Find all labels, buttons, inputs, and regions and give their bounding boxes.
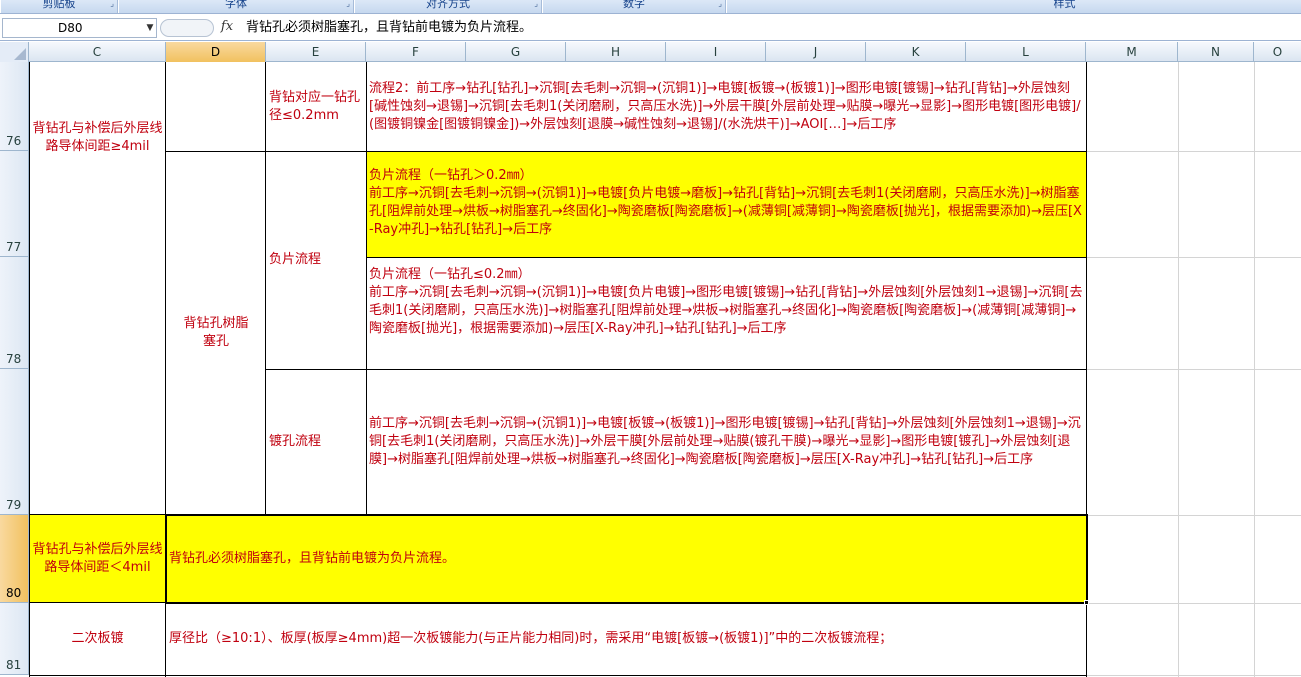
cell-c80[interactable]: 背钻孔与补偿后外层线路导体间距＜4mil — [29, 515, 166, 603]
column-header-h[interactable]: H — [566, 42, 666, 62]
cell-c81[interactable]: 二次板镀 — [29, 603, 166, 675]
cell-text: 镀孔流程 — [269, 434, 322, 449]
formula-input[interactable]: 背钻孔必须树脂塞孔，且背钻前电镀为负片流程。 — [246, 18, 532, 38]
cell-text: 流程2：前工序→钻孔[钻孔]→沉铜[去毛刺→沉铜→(沉铜1)]→电镀[板镀→(板… — [369, 80, 1081, 132]
ribbon-group-font[interactable]: 字体 ⌟ — [118, 0, 354, 13]
formula-bar-expander[interactable] — [160, 19, 214, 37]
cell-e79[interactable]: 镀孔流程 — [266, 369, 366, 515]
active-cell-border — [165, 514, 1088, 604]
column-header-m[interactable]: M — [1086, 42, 1178, 62]
select-all-triangle-icon — [14, 48, 26, 60]
ribbon-group-styles[interactable]: 样式 — [726, 0, 1301, 13]
row-header-81[interactable]: 81 — [0, 603, 29, 675]
chevron-down-icon[interactable]: ▼ — [143, 18, 157, 38]
dialog-launcher-icon[interactable]: ⌟ — [346, 0, 350, 8]
gridline — [1087, 603, 1301, 604]
cell-text: 背钻孔树脂塞孔 — [183, 316, 249, 349]
table-border — [29, 675, 1087, 676]
ribbon-group-label: 字体 — [225, 0, 247, 10]
row-header-77[interactable]: 77 — [0, 151, 29, 257]
row-header-76[interactable]: 76 — [0, 62, 29, 151]
cell-e76[interactable]: 背钻对应一钻孔径≤0.2mm — [266, 62, 366, 151]
cell-title: 负片流程（一钻孔≤0.2㎜） — [369, 267, 531, 282]
cell-d76[interactable] — [166, 62, 266, 151]
name-box[interactable]: D80 — [2, 18, 157, 38]
gridline — [1087, 369, 1301, 370]
cell-text: 负片流程 — [269, 252, 322, 267]
table-border — [265, 62, 266, 515]
dialog-launcher-icon[interactable]: ⌟ — [534, 0, 538, 8]
column-header-k[interactable]: K — [866, 42, 966, 62]
column-header-l[interactable]: L — [966, 42, 1086, 62]
insert-function-icon[interactable]: fx — [216, 16, 238, 38]
ribbon-group-label: 对齐方式 — [426, 0, 470, 10]
table-border — [366, 62, 367, 515]
cell-e77-merged[interactable]: 负片流程 — [266, 151, 366, 369]
column-header-e[interactable]: E — [266, 42, 366, 62]
table-border — [366, 257, 1087, 258]
gridline — [1087, 515, 1301, 516]
cell-text: 前工序→沉铜[去毛刺→沉铜→(沉铜1)]→电镀[负片电镀]→图形电镀[镀锡]→钻… — [369, 285, 1083, 336]
cell-text: 前工序→沉铜[去毛刺→沉铜→(沉铜1)]→电镀[板镀→(板镀1)]→图形电镀[镀… — [369, 416, 1081, 467]
gridline — [1087, 151, 1301, 152]
cell-f78-merged[interactable]: 负片流程（一钻孔≤0.2㎜） 前工序→沉铜[去毛刺→沉铜→(沉铜1)]→电镀[负… — [366, 257, 1087, 369]
table-border — [29, 62, 30, 677]
column-header-j[interactable]: J — [766, 42, 866, 62]
column-header-d[interactable]: D — [166, 42, 266, 62]
ribbon-group-number[interactable]: 数字 ⌟ — [542, 0, 726, 13]
ribbon-group-label: 数字 — [623, 0, 645, 10]
cell-text: 前工序→沉铜[去毛刺→沉铜→(沉铜1)]→电镀[负片电镀→磨板]→钻孔[背钻]→… — [369, 186, 1082, 237]
cell-d77-merged[interactable]: 背钻孔树脂塞孔 — [166, 151, 266, 515]
cell-d81-merged[interactable]: 厚径比（≥10:1）、板厚(板厚≥4mm)超一次板镀能力(与正片能力相同)时，需… — [166, 603, 1087, 675]
cell-text: 厚径比（≥10:1）、板厚(板厚≥4mm)超一次板镀能力(与正片能力相同)时，需… — [169, 631, 893, 646]
cell-f76-merged[interactable]: 流程2：前工序→钻孔[钻孔]→沉铜[去毛刺→沉铜→(沉铜1)]→电镀[板镀→(板… — [366, 62, 1087, 151]
row-header-78[interactable]: 78 — [0, 257, 29, 369]
cell-f79-merged[interactable]: 前工序→沉铜[去毛刺→沉铜→(沉铜1)]→电镀[板镀→(板镀1)]→图形电镀[镀… — [366, 369, 1087, 515]
table-border — [166, 151, 1087, 152]
ribbon-group-label: 样式 — [1053, 0, 1076, 10]
gridline — [1087, 257, 1301, 258]
cell-c76-merged[interactable]: 背钻孔与补偿后外层线路导体间距≥4mil — [29, 62, 166, 515]
cell-title: 负片流程（一钻孔＞0.2㎜） — [369, 168, 533, 183]
cell-text: 背钻孔与补偿后外层线路导体间距＜4mil — [32, 542, 163, 575]
column-header-f[interactable]: F — [366, 42, 466, 62]
dialog-launcher-icon[interactable]: ⌟ — [718, 0, 722, 8]
row-header-79[interactable]: 79 — [0, 369, 29, 515]
column-header-n[interactable]: N — [1178, 42, 1254, 62]
cell-text: 背钻孔与补偿后外层线路导体间距≥4mil — [32, 121, 163, 154]
ribbon-group-bar: 剪贴板 ⌟ 字体 ⌟ 对齐方式 ⌟ 数字 ⌟ 样式 — [0, 0, 1301, 14]
column-header-i[interactable]: I — [666, 42, 766, 62]
column-header-g[interactable]: G — [466, 42, 566, 62]
table-border — [266, 369, 1087, 370]
column-header-o[interactable]: O — [1254, 42, 1301, 62]
ribbon-group-alignment[interactable]: 对齐方式 ⌟ — [354, 0, 542, 13]
ribbon-group-label: 剪贴板 — [42, 0, 76, 10]
ribbon-group-clipboard[interactable]: 剪贴板 ⌟ — [0, 0, 118, 13]
gridline — [1087, 675, 1301, 676]
cell-text: 背钻对应一钻孔径≤0.2mm — [269, 89, 361, 123]
row-header-80[interactable]: 80 — [0, 515, 29, 603]
fill-handle[interactable] — [1084, 600, 1089, 605]
cell-f77-merged[interactable]: 负片流程（一钻孔＞0.2㎜） 前工序→沉铜[去毛刺→沉铜→(沉铜1)]→电镀[负… — [366, 151, 1087, 257]
cell-text: 二次板镀 — [71, 631, 124, 646]
column-header-c[interactable]: C — [29, 42, 166, 62]
dialog-launcher-icon[interactable]: ⌟ — [110, 0, 114, 8]
